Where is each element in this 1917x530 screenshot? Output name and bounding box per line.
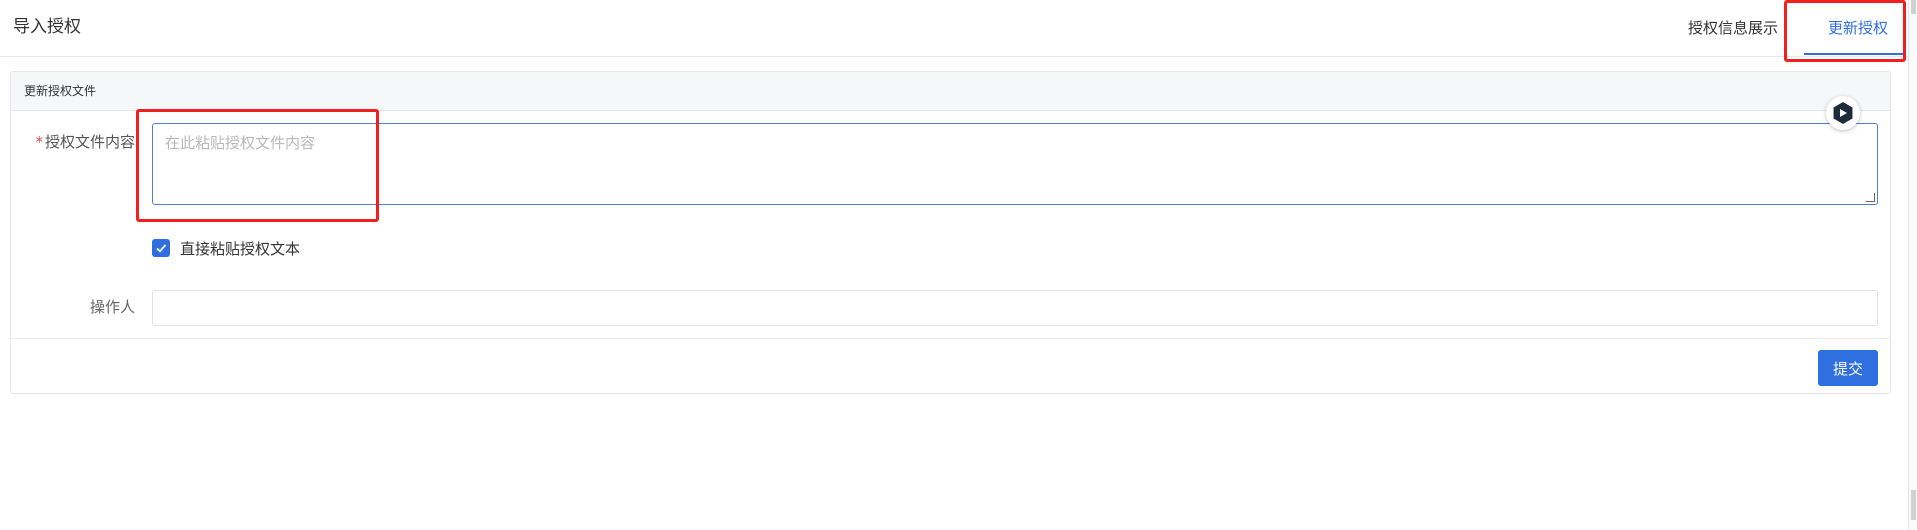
checkmark-icon [156,244,167,253]
textarea-placeholder: 在此粘贴授权文件内容 [165,134,316,152]
page-header: 导入授权 授权信息展示 更新授权 [0,0,1908,57]
submit-button[interactable]: 提交 [1818,350,1878,386]
right-panel-edge [1908,0,1917,530]
paste-text-checkbox-label: 直接粘贴授权文本 [180,239,301,258]
content-label-text: 授权文件内容 [44,133,135,151]
operator-field-label: 操作人 [89,298,135,316]
play-arrow-icon [1840,109,1847,117]
update-license-card: 更新授权文件 * 授权文件内容 在此粘贴授权文件内容 直接粘贴授权文本 操作人 提… [10,71,1891,394]
card-footer-divider [11,338,1890,339]
operator-input[interactable] [152,290,1878,326]
edge-block [1911,0,1916,14]
tab-license-info[interactable]: 授权信息展示 [1678,17,1788,38]
floating-assistant-icon[interactable] [1826,96,1860,130]
card-title: 更新授权文件 [11,72,1890,111]
active-tab-indicator [1804,53,1904,55]
page-title: 导入授权 [13,17,81,37]
edge-scroll-thumb[interactable] [1911,490,1916,520]
page: 导入授权 授权信息展示 更新授权 更新授权文件 * 授权文件内容 在此粘贴授权文件… [0,0,1917,530]
assistant-hex-icon [1833,102,1853,124]
content-field-label: * 授权文件内容 [11,131,135,152]
license-content-textarea[interactable]: 在此粘贴授权文件内容 [152,123,1878,205]
required-mark: * [35,133,43,151]
paste-text-checkbox[interactable] [152,239,170,257]
paste-text-option[interactable]: 直接粘贴授权文本 [152,238,300,258]
resize-handle-icon[interactable] [1866,193,1875,202]
tab-update-license[interactable]: 更新授权 [1808,17,1908,38]
